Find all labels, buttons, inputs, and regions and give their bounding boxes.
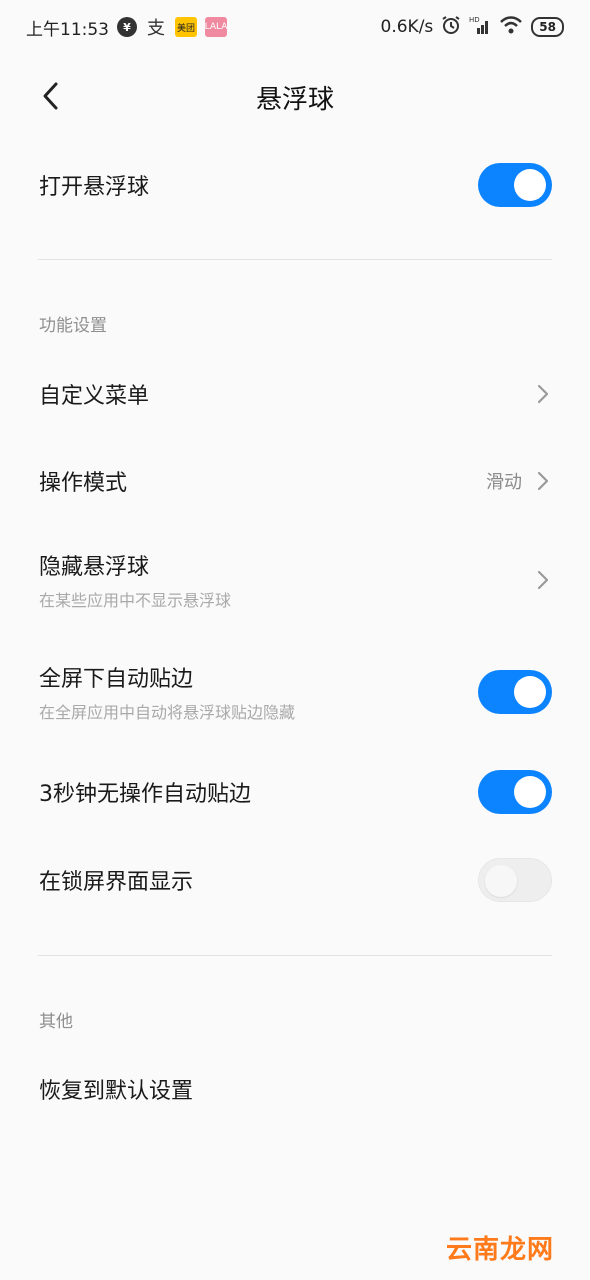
row-title: 全屏下自动贴边 [39,667,194,692]
toggle-knob [485,865,517,897]
operation-mode-row[interactable]: 操作模式 滑动 [0,447,590,515]
row-subtitle: 在全屏应用中自动将悬浮球贴边隐藏 [39,703,296,722]
status-right: 0.6K/s HD 58 [381,15,564,40]
lock-screen-display-row[interactable]: 在锁屏界面显示 [0,846,590,914]
row-title: 打开悬浮球 [39,175,150,200]
signal-icon: HD [469,15,491,40]
svg-text:HD: HD [469,16,480,24]
toggle-knob [514,776,546,808]
divider [38,259,552,260]
battery-indicator: 58 [531,17,564,37]
chevron-right-icon [536,469,552,493]
idle-auto-edge-row[interactable]: 3秒钟无操作自动贴边 [0,758,590,826]
hide-floating-ball-row[interactable]: 隐藏悬浮球 在某些应用中不显示悬浮球 [0,540,590,620]
wifi-icon [499,15,523,40]
custom-menu-row[interactable]: 自定义菜单 [0,360,590,428]
fullscreen-auto-edge-toggle[interactable] [478,670,552,714]
page-title: 悬浮球 [255,84,334,115]
open-floating-ball-row[interactable]: 打开悬浮球 [0,150,590,220]
divider [38,955,552,956]
row-title: 在锁屏界面显示 [39,870,194,895]
toggle-knob [514,169,546,201]
row-title: 3秒钟无操作自动贴边 [39,782,251,807]
back-button[interactable] [32,78,68,114]
restore-defaults-row[interactable]: 恢复到默认设置 [0,1055,590,1123]
status-bar: 上午11:53 ¥ 支 美团 LALA 0.6K/s HD 58 [0,0,590,54]
row-title: 自定义菜单 [39,384,150,409]
operation-mode-value: 滑动 [486,472,522,493]
idle-auto-edge-toggle[interactable] [478,770,552,814]
row-subtitle: 在某些应用中不显示悬浮球 [39,591,232,610]
row-title: 恢复到默认设置 [39,1079,194,1104]
open-floating-ball-toggle[interactable] [478,163,552,207]
fullscreen-auto-edge-row[interactable]: 全屏下自动贴边 在全屏应用中自动将悬浮球贴边隐藏 [0,652,590,732]
header: 悬浮球 [0,64,590,130]
yuan-icon: ¥ [117,17,137,37]
watermark-logo: 云南龙网 [445,1235,554,1265]
chevron-right-icon [536,382,552,406]
net-speed: 0.6K/s [380,17,434,37]
section-label-other: 其他 [39,1012,73,1032]
app-icon: LALA [205,17,227,37]
row-title: 隐藏悬浮球 [39,555,150,580]
alarm-icon [441,15,461,40]
alipay-icon: 支 [147,18,165,39]
chevron-right-icon [536,568,552,592]
status-time: 上午11:53 [26,19,109,40]
chevron-left-icon [43,82,58,110]
status-left: 上午11:53 ¥ 支 美团 LALA [26,15,227,40]
row-title: 操作模式 [39,471,128,496]
toggle-knob [514,676,546,708]
section-label-function: 功能设置 [39,316,107,336]
lock-screen-display-toggle[interactable] [478,858,552,902]
meituan-icon: 美团 [175,17,197,37]
